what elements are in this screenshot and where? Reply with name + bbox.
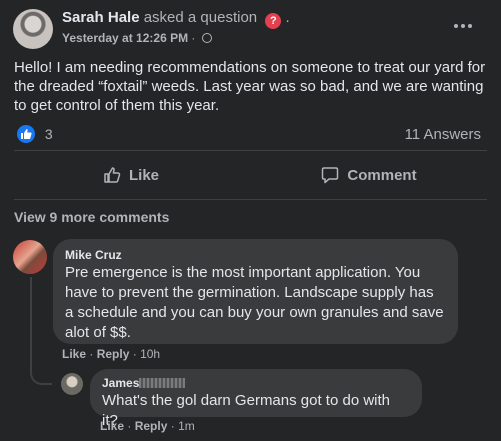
replier-name-text: James	[102, 376, 140, 390]
thumbs-up-icon	[104, 167, 121, 183]
reply-bubble: James What's the gol darn Germans got to…	[90, 369, 422, 429]
reply-actions: Like · Reply · 1m	[100, 419, 195, 433]
divider	[14, 199, 487, 200]
globe-icon	[201, 33, 212, 43]
comment-action-separator: ·	[89, 347, 94, 361]
more-options-button[interactable]	[453, 18, 475, 30]
post-timestamp[interactable]: Yesterday at 12:26 PM	[62, 31, 188, 45]
reply-action-separator: ·	[170, 419, 175, 433]
question-post: Sarah Hale asked a question ? . Yesterda…	[0, 0, 501, 441]
comment-bubble: Mike Cruz Pre emergence is the most impo…	[53, 239, 458, 344]
reactions-summary[interactable]: 3	[17, 125, 53, 143]
comment-text: Pre emergence is the most important appl…	[65, 264, 444, 341]
like-button[interactable]: Like	[14, 157, 248, 193]
post-header: Sarah Hale asked a question ? .	[62, 9, 290, 29]
divider	[14, 150, 487, 151]
comment-actions: Like · Reply · 10h	[62, 347, 160, 361]
meta-separator: ·	[191, 31, 196, 45]
comment-button[interactable]: Comment	[252, 157, 486, 193]
more-horizontal-icon	[454, 24, 472, 28]
reply-like-link[interactable]: Like	[100, 419, 124, 433]
comment-icon	[322, 167, 339, 184]
reply-reply-link[interactable]: Reply	[135, 419, 168, 433]
post-action-text: asked a question	[143, 9, 258, 26]
reply-action-separator: ·	[127, 419, 132, 433]
commenter-avatar[interactable]	[13, 240, 47, 274]
post-meta: Yesterday at 12:26 PM ·	[62, 31, 212, 45]
reply-time[interactable]: 1m	[178, 419, 195, 433]
question-badge-icon: ?	[265, 13, 282, 29]
replier-avatar[interactable]	[61, 373, 83, 395]
post-body: Hello! I am needing recommendations on s…	[14, 59, 486, 114]
view-more-comments-link[interactable]: View 9 more comments	[14, 209, 169, 225]
comment-reply-link[interactable]: Reply	[97, 347, 130, 361]
like-reaction-icon	[17, 125, 35, 143]
comment-time[interactable]: 10h	[140, 347, 160, 361]
header-punct: .	[285, 9, 290, 26]
answers-count[interactable]: 11 Answers	[405, 126, 481, 143]
reply-thread-line	[30, 277, 52, 385]
author-avatar[interactable]	[13, 9, 53, 49]
comment-action-separator: ·	[132, 347, 137, 361]
comment-like-link[interactable]: Like	[62, 347, 86, 361]
like-button-label: Like	[128, 166, 159, 184]
reactions-count: 3	[44, 126, 53, 142]
commenter-name[interactable]: Mike Cruz	[65, 247, 446, 263]
comment-button-label: Comment	[347, 166, 417, 184]
author-name[interactable]: Sarah Hale	[62, 9, 140, 26]
redacted-surname	[139, 378, 186, 388]
replier-name[interactable]: James	[102, 375, 410, 391]
